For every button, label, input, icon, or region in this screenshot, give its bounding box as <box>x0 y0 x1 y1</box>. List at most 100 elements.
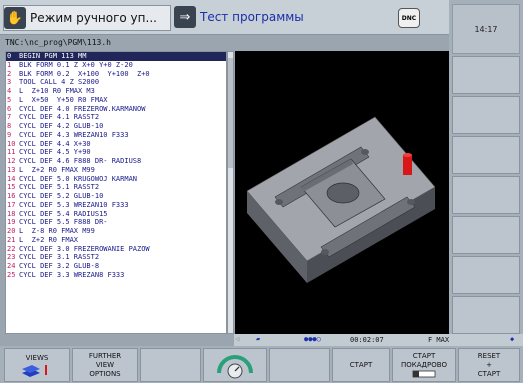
line-code: CYCL DEF 4.1 RASST2 <box>19 113 100 122</box>
further-label-2: VIEW <box>95 360 115 369</box>
further-label-1: FURTHER <box>88 351 122 360</box>
program-line[interactable]: 24 CYCL DEF 3.2 GLUB-8 <box>6 262 226 271</box>
program-line[interactable]: 25 CYCL DEF 3.3 WREZAN8 F333 <box>6 271 226 280</box>
line-number: 6 <box>7 104 12 113</box>
program-line[interactable]: 18 CYCL DEF 5.4 RADIUS15 <box>6 210 226 219</box>
program-line[interactable]: 19 CYCL DEF 5.5 F888 DR- <box>6 218 226 227</box>
line-number: 8 <box>7 122 12 130</box>
program-line[interactable]: 12 CYCL DEF 4.6 F888 DR- RADIUS8 <box>6 157 226 166</box>
softkey-empty-1[interactable] <box>140 348 201 382</box>
line-code: CYCL DEF 4.2 GLUB-10 <box>19 122 104 130</box>
line-code: CYCL DEF 5.1 RASST2 <box>19 183 100 192</box>
dnc-icon: DNC <box>398 8 420 28</box>
right-softkey-5[interactable] <box>452 216 520 254</box>
right-softkey-2[interactable] <box>452 96 520 134</box>
scrollbar-thumb[interactable] <box>228 58 233 168</box>
slot-end <box>321 249 329 255</box>
line-number: 15 <box>7 183 16 192</box>
program-test-icon: ⇒ <box>174 6 196 28</box>
line-number: 9 <box>7 130 12 139</box>
line-number: 2 <box>7 69 12 78</box>
line-number: 14 <box>7 174 16 183</box>
line-number: 13 <box>7 165 16 174</box>
right-softkey-7[interactable] <box>452 296 520 334</box>
start-label: СТАРТ <box>349 360 373 369</box>
program-line[interactable]: 15 CYCL DEF 5.1 RASST2 <box>6 183 226 192</box>
line-code: CYCL DEF 3.0 FREZEROWANIE PAZOW <box>19 244 150 253</box>
status-bar: ◁ ▰ ●●●○ 00:02:07 F MAX ◆ <box>234 334 523 346</box>
program-line[interactable]: 22 CYCL DEF 3.0 FREZEROWANIE PAZOW <box>6 245 226 254</box>
progress-icon: ●●●○ <box>304 335 321 343</box>
right-softkey-4[interactable] <box>452 176 520 214</box>
program-line[interactable]: 11 CYCL DEF 4.5 Y+90 <box>6 148 226 157</box>
slot-end <box>361 149 369 155</box>
line-code: CYCL DEF 4.6 F888 DR- RADIUS8 <box>19 157 142 165</box>
line-code: CYCL DEF 5.4 RADIUS15 <box>19 209 108 218</box>
line-number: 4 <box>7 87 12 95</box>
hand-icon: ✋ <box>4 7 26 29</box>
line-number: 5 <box>7 95 12 104</box>
line-code: CYCL DEF 4.3 WREZAN10 F333 <box>19 130 129 139</box>
clock-display: 14:17 <box>452 4 520 54</box>
program-line[interactable]: 7 CYCL DEF 4.1 RASST2 <box>6 113 226 122</box>
views-label: VIEWS <box>25 353 49 362</box>
start-single-label-2: ПОКАДРОВО <box>400 361 448 369</box>
views-icon <box>22 364 47 377</box>
mode-test-button[interactable]: ⇒ Тест программы <box>174 5 374 29</box>
program-line[interactable]: 0 BEGIN PGM 113 MM <box>6 52 226 61</box>
line-code: L Z+2 R0 FMAX M99 <box>19 165 95 174</box>
mode-manual-label: Режим ручного уп... <box>30 11 157 25</box>
program-line[interactable]: 9 CYCL DEF 4.3 WREZAN10 F333 <box>6 131 226 140</box>
circular-pocket <box>326 182 360 204</box>
reset-label-2: + <box>486 360 492 369</box>
program-line[interactable]: 16 CYCL DEF 5.2 GLUB-10 <box>6 192 226 201</box>
program-path: TNC:\nc_prog\PGM\113.h <box>5 38 111 47</box>
program-line[interactable]: 23 CYCL DEF 3.1 RASST2 <box>6 253 226 262</box>
start-single-block-softkey[interactable]: СТАРТ ПОКАДРОВО <box>392 348 456 382</box>
mode-manual-button[interactable]: ✋ Режим ручного уп... <box>3 5 171 31</box>
line-number: 12 <box>7 157 16 165</box>
line-number: 0 <box>7 52 12 60</box>
program-line[interactable]: 17 CYCL DEF 5.3 WREZAN10 F333 <box>6 201 226 210</box>
program-line[interactable]: 4 L Z+10 R0 FMAX M3 <box>6 87 226 96</box>
line-code: CYCL DEF 4.4 X+30 <box>19 139 91 148</box>
program-line[interactable]: 10 CYCL DEF 4.4 X+30 <box>6 140 226 149</box>
program-line[interactable]: 6 CYCL DEF 4.0 FREZEROW.KARMANOW <box>6 105 226 114</box>
line-code: L Z-8 R0 FMAX M99 <box>19 227 95 235</box>
line-number: 11 <box>7 148 16 157</box>
program-line[interactable]: 20 L Z-8 R0 FMAX M99 <box>6 227 226 236</box>
line-code: BEGIN PGM 113 MM <box>19 52 87 60</box>
right-softkey-1[interactable] <box>452 56 520 94</box>
program-line[interactable]: 1 BLK FORM 0.1 Z X+0 Y+0 Z-20 <box>6 61 226 70</box>
program-line[interactable]: 5 L X+50 Y+50 R0 FMAX <box>6 96 226 105</box>
further-view-options-softkey[interactable]: FURTHER VIEW OPTIONS <box>72 348 138 382</box>
program-line[interactable]: 21 L Z+2 R0 FMAX <box>6 236 226 245</box>
line-code: L Z+2 R0 FMAX <box>19 235 79 244</box>
right-softkey-6[interactable] <box>452 256 520 294</box>
line-code: CYCL DEF 5.2 GLUB-10 <box>19 192 104 200</box>
line-number: 22 <box>7 244 16 253</box>
tool-icon <box>403 155 412 175</box>
program-listing[interactable]: 0 BEGIN PGM 113 MM 1 BLK FORM 0.1 Z X+0 Y+0… <box>5 51 227 334</box>
line-code: BLK FORM 0.1 Z X+0 Y+0 Z-20 <box>19 60 133 69</box>
reset-start-softkey[interactable]: RESET + СТАРТ <box>458 348 520 382</box>
line-number: 25 <box>7 270 16 279</box>
program-line[interactable]: 8 CYCL DEF 4.2 GLUB-10 <box>6 122 226 131</box>
line-number: 21 <box>7 235 16 244</box>
line-number: 10 <box>7 139 16 148</box>
program-line[interactable]: 3 TOOL CALL 4 Z S2000 <box>6 78 226 87</box>
workpiece-3d-view <box>246 116 436 283</box>
program-line[interactable]: 2 BLK FORM 0.2 X+100 Y+100 Z+0 <box>6 70 226 79</box>
right-softkey-3[interactable] <box>452 136 520 174</box>
tool-top <box>403 153 412 157</box>
line-number: 7 <box>7 113 12 122</box>
program-line[interactable]: 14 CYCL DEF 5.0 KRUGOWOJ KARMAN <box>6 175 226 184</box>
views-softkey[interactable]: VIEWS <box>4 348 70 382</box>
start-softkey[interactable]: СТАРТ <box>332 348 390 382</box>
program-line[interactable]: 13 L Z+2 R0 FMAX M99 <box>6 166 226 175</box>
run-time: 00:02:07 <box>350 336 384 344</box>
line-code: CYCL DEF 3.1 RASST2 <box>19 253 100 262</box>
softkey-empty-2[interactable] <box>269 348 330 382</box>
speed-dial-softkey[interactable] <box>203 348 267 382</box>
line-code: BLK FORM 0.2 X+100 Y+100 Z+0 <box>19 69 150 78</box>
